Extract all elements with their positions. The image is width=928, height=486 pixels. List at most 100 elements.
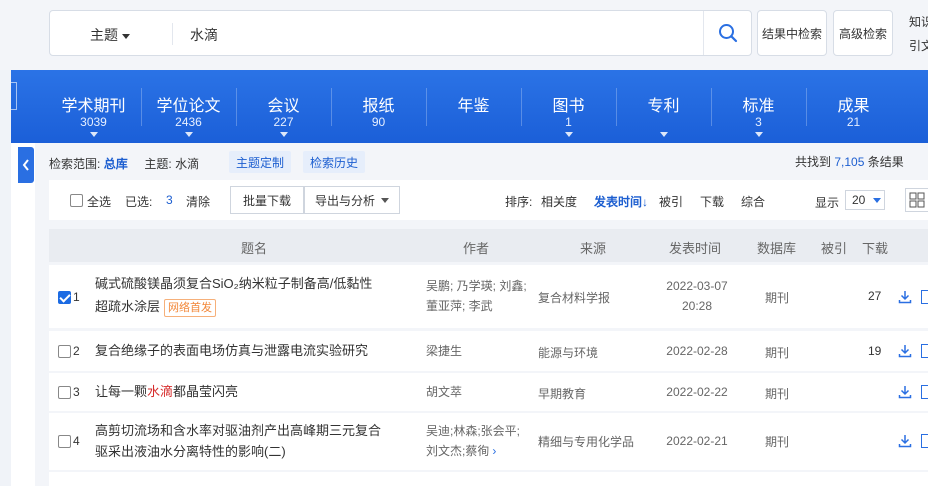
search-history-button[interactable]: 检索历史 — [303, 151, 365, 173]
col-date[interactable]: 发表时间 — [669, 238, 721, 257]
topic-custom-button[interactable]: 主题定制 — [229, 151, 291, 173]
row-download-count: 27 — [868, 289, 882, 303]
batch-download-button[interactable]: 批量下载 — [230, 186, 304, 214]
nav-item-count: 21 — [846, 115, 861, 129]
chevron-down-icon — [659, 132, 668, 137]
row-date: 2022-02-22 — [666, 385, 728, 399]
chevron-down-icon — [89, 132, 98, 137]
page-size-select[interactable]: 20 — [845, 190, 885, 210]
result-count-prefix: 共找到 — [795, 155, 832, 169]
nav-item-label: 专利 — [647, 98, 680, 115]
collapse-sidebar-button[interactable] — [18, 147, 34, 183]
search-type-dropdown[interactable]: 主题 — [90, 25, 130, 45]
scope-topic-value: 水滴 — [175, 157, 200, 171]
row-checkbox[interactable] — [58, 291, 71, 304]
chevron-left-icon — [22, 159, 29, 171]
scope-range-value[interactable]: 总库 — [104, 157, 128, 171]
page: 主题 水滴 结果中检索 高级检索 知识 引文 学术期刊 3039 学位论文 24… — [0, 0, 928, 486]
nav-item-journals[interactable]: 学术期刊 3039 — [46, 70, 141, 143]
row-authors-line2[interactable]: 董亚萍; 李武 — [426, 296, 493, 316]
nav-item-count: 1 — [565, 115, 572, 129]
table-row — [49, 472, 928, 486]
row-authors[interactable]: 吴鹏; 乃学瑛; 刘鑫; — [426, 276, 527, 296]
sort-overall[interactable]: 综合 — [741, 193, 765, 210]
row-index: 2 — [73, 344, 80, 358]
grid-view-button[interactable] — [905, 188, 928, 212]
nav-item-newspaper[interactable]: 报纸 90 — [331, 70, 426, 143]
nav-item-conference[interactable]: 会议 227 — [236, 70, 331, 143]
clear-selection-link[interactable]: 清除 — [186, 193, 210, 210]
search-scope: 检索范围: 总库 主题: 水滴 — [49, 155, 199, 172]
row-authors[interactable]: 吴迪;林森;张会平; — [426, 421, 520, 441]
download-icon[interactable] — [898, 434, 912, 448]
row-date: 2022-03-07 — [666, 279, 728, 293]
row-title[interactable]: 高剪切流场和含水率对驱油剂产出高峰期三元复合 — [95, 420, 381, 442]
select-all-checkbox[interactable] — [70, 194, 83, 207]
nav-item-theses[interactable]: 学位论文 2436 — [141, 70, 236, 143]
sort-relevance[interactable]: 相关度 — [541, 193, 577, 210]
nav-item-label: 年鉴 — [457, 98, 490, 115]
scope-topic-label: 主题: — [144, 157, 172, 171]
advanced-search-button[interactable]: 高级检索 — [833, 10, 893, 56]
table-row: 2 复合绝缘子的表面电场仿真与泄露电流实验研究 梁捷生 能源与环境 2022-0… — [49, 331, 928, 371]
row-date: 2022-02-28 — [666, 344, 728, 358]
nav-item-count: 3 — [755, 115, 762, 129]
results-toolbar: 全选 已选: 3 清除 批量下载 导出与分析 排序: 相关度 发表时间↓ 被引 … — [49, 180, 928, 220]
row-title[interactable]: 让每一颗水滴都晶莹闪亮 — [95, 381, 238, 403]
table-row: 4 高剪切流场和含水率对驱油剂产出高峰期三元复合 驱采出液油水分离特性的影响(二… — [49, 413, 928, 470]
read-icon[interactable] — [921, 434, 928, 448]
nav-item-label: 标准 — [742, 98, 775, 115]
table-row: 3 让每一颗水滴都晶莹闪亮 胡文萃 早期教育 2022-02-22 期刊 — [49, 373, 928, 411]
chevron-right-icon[interactable]: › — [492, 441, 496, 461]
nav-item-count: 3039 — [80, 115, 107, 129]
sort-date[interactable]: 发表时间↓ — [594, 193, 648, 210]
select-all-label[interactable]: 全选 — [87, 193, 111, 210]
row-source[interactable]: 能源与环境 — [538, 344, 598, 361]
nav-item-count: 90 — [371, 115, 386, 129]
row-title-line2[interactable]: 超疏水涂层 网络首发 — [95, 296, 217, 318]
chevron-down-icon — [564, 132, 573, 137]
row-checkbox[interactable] — [58, 386, 71, 399]
nav-item-label: 图书 — [552, 98, 585, 115]
sort-cited[interactable]: 被引 — [659, 193, 683, 210]
read-icon[interactable] — [921, 344, 928, 358]
export-analysis-label: 导出与分析 — [314, 193, 375, 208]
search-button[interactable] — [703, 11, 751, 55]
row-title-part: 让每一颗 — [95, 384, 148, 399]
search-type-label: 主题 — [90, 27, 118, 43]
row-authors[interactable]: 梁捷生 — [426, 341, 462, 361]
search-input[interactable]: 水滴 — [190, 25, 218, 45]
chevron-down-icon — [873, 197, 882, 203]
read-icon[interactable] — [921, 385, 928, 399]
nav-item-standards[interactable]: 标准 3 — [711, 70, 806, 143]
knowledge-link[interactable]: 知识 — [909, 13, 928, 30]
nav-item-patents[interactable]: 专利 — [616, 70, 711, 143]
row-authors-line2[interactable]: 刘文杰;蔡徇 › — [426, 441, 496, 461]
row-checkbox[interactable] — [58, 435, 71, 448]
sort-download[interactable]: 下载 — [700, 193, 724, 210]
row-checkbox[interactable] — [58, 345, 71, 358]
nav-item-count: 227 — [273, 115, 294, 129]
search-in-results-button[interactable]: 结果中检索 — [757, 10, 827, 56]
nav-item-books[interactable]: 图书 1 — [521, 70, 616, 143]
citation-link[interactable]: 引文 — [909, 37, 928, 54]
nav-item-label: 会议 — [267, 98, 300, 115]
export-analysis-button[interactable]: 导出与分析 — [304, 186, 400, 214]
page-size-value: 20 — [852, 193, 866, 207]
nav-item-achievements[interactable]: 成果 21 — [806, 70, 901, 143]
chevron-down-icon — [122, 33, 130, 39]
download-icon[interactable] — [898, 290, 912, 304]
row-title-line2[interactable]: 驱采出液油水分离特性的影响(二) — [95, 441, 286, 463]
row-authors[interactable]: 胡文萃 — [426, 382, 462, 402]
download-icon[interactable] — [898, 385, 912, 399]
row-title[interactable]: 碱式硫酸镁晶须复合SiO₂纳米粒子制备高/低黏性 — [95, 273, 372, 295]
row-source[interactable]: 早期教育 — [538, 385, 586, 402]
nav-item-yearbook[interactable]: 年鉴 — [426, 70, 521, 143]
row-source[interactable]: 复合材料学报 — [538, 289, 610, 306]
download-icon[interactable] — [898, 344, 912, 358]
read-icon[interactable] — [921, 290, 928, 304]
col-cited[interactable]: 被引 — [821, 238, 847, 257]
row-source[interactable]: 精细与专用化学品 — [538, 433, 634, 450]
row-title[interactable]: 复合绝缘子的表面电场仿真与泄露电流实验研究 — [95, 340, 368, 362]
col-download[interactable]: 下载 — [862, 238, 888, 257]
